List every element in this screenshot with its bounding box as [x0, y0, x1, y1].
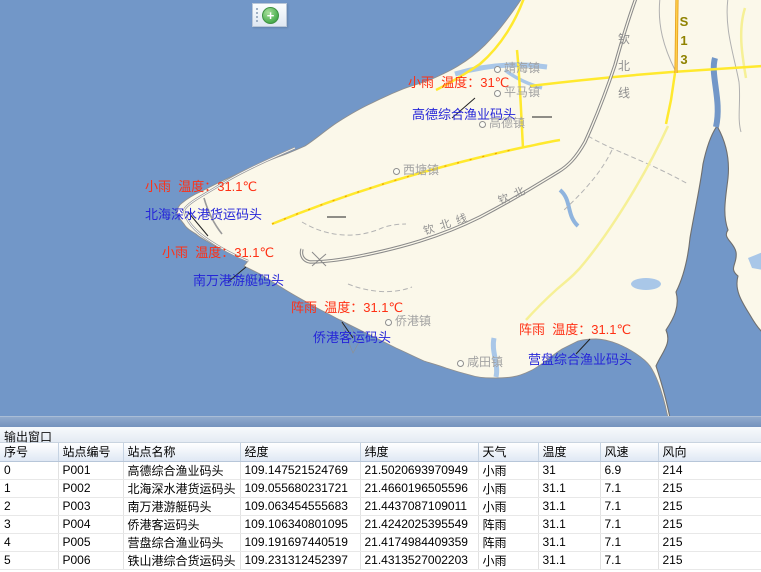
- s13-road-label: S 1 3: [678, 12, 690, 69]
- table-cell: 营盘综合渔业码头: [123, 533, 240, 551]
- app-window: 小雨 温度：31℃高德综合渔业码头小雨 温度：31.1℃北海深水港货运码头小雨 …: [0, 0, 761, 572]
- table-cell: 215: [658, 515, 761, 533]
- table-row[interactable]: 5P006铁山港综合货运码头109.23131245239721.4313527…: [0, 551, 761, 569]
- table-cell: 南万港游艇码头: [123, 497, 240, 515]
- table-cell: 小雨: [478, 497, 538, 515]
- table-cell: 109.063454555683: [240, 497, 360, 515]
- table-cell: P003: [58, 497, 123, 515]
- table-cell: 31.1: [538, 551, 600, 569]
- table-row[interactable]: 1P002北海深水港货运码头109.05568023172121.4660196…: [0, 479, 761, 497]
- table-cell: 31: [538, 461, 600, 479]
- table-cell: 215: [658, 533, 761, 551]
- column-header[interactable]: 站点名称: [123, 443, 240, 461]
- table-cell: 21.4660196505596: [360, 479, 478, 497]
- table-cell: 7.1: [600, 479, 658, 497]
- column-header[interactable]: 天气: [478, 443, 538, 461]
- output-panel: 输出窗口 序号站点编号站点名称经度纬度天气温度风速风向 0P001高德综合渔业码…: [0, 427, 761, 572]
- table-cell: 215: [658, 551, 761, 569]
- table-cell: 109.106340801095: [240, 515, 360, 533]
- column-header[interactable]: 经度: [240, 443, 360, 461]
- table-cell: 21.4174984409359: [360, 533, 478, 551]
- shallow-patch: [631, 278, 661, 290]
- map-canvas[interactable]: [0, 0, 761, 416]
- table-cell: 0: [0, 461, 58, 479]
- table-cell: 铁山港综合货运码头: [123, 551, 240, 569]
- table-cell: 215: [658, 479, 761, 497]
- column-header[interactable]: 风向: [658, 443, 761, 461]
- table-cell: 4: [0, 533, 58, 551]
- table-cell: 阵雨: [478, 515, 538, 533]
- map-toolbar: +: [252, 3, 287, 27]
- table-row[interactable]: 2P003南万港游艇码头109.06345455568321.443708710…: [0, 497, 761, 515]
- table-cell: 小雨: [478, 479, 538, 497]
- table-cell: 3: [0, 515, 58, 533]
- table-cell: 31.1: [538, 533, 600, 551]
- table-cell: 6.9: [600, 461, 658, 479]
- column-header[interactable]: 序号: [0, 443, 58, 461]
- map-viewport[interactable]: 小雨 温度：31℃高德综合渔业码头小雨 温度：31.1℃北海深水港货运码头小雨 …: [0, 0, 761, 416]
- table-cell: 1: [0, 479, 58, 497]
- table-cell: 31.1: [538, 497, 600, 515]
- table-cell: 31.1: [538, 515, 600, 533]
- table-cell: 109.231312452397: [240, 551, 360, 569]
- table-cell: P004: [58, 515, 123, 533]
- column-header[interactable]: 风速: [600, 443, 658, 461]
- station-table: 序号站点编号站点名称经度纬度天气温度风速风向 0P001高德综合渔业码头109.…: [0, 443, 761, 570]
- table-cell: P006: [58, 551, 123, 569]
- table-cell: 21.5020693970949: [360, 461, 478, 479]
- table-cell: 21.4437087109011: [360, 497, 478, 515]
- table-cell: 21.4313527002203: [360, 551, 478, 569]
- table-cell: P002: [58, 479, 123, 497]
- table-cell: 阵雨: [478, 533, 538, 551]
- table-cell: 小雨: [478, 461, 538, 479]
- add-station-button[interactable]: +: [262, 7, 279, 24]
- table-cell: 109.147521524769: [240, 461, 360, 479]
- panel-splitter[interactable]: [0, 416, 761, 427]
- table-row[interactable]: 0P001高德综合渔业码头109.14752152476921.50206939…: [0, 461, 761, 479]
- table-header-row: 序号站点编号站点名称经度纬度天气温度风速风向: [0, 443, 761, 461]
- table-cell: 小雨: [478, 551, 538, 569]
- table-cell: 2: [0, 497, 58, 515]
- table-cell: 7.1: [600, 533, 658, 551]
- s13-char: 3: [678, 50, 690, 69]
- table-cell: 109.055680231721: [240, 479, 360, 497]
- table-row[interactable]: 3P004侨港客运码头109.10634080109521.4242025395…: [0, 515, 761, 533]
- table-cell: 北海深水港货运码头: [123, 479, 240, 497]
- table-cell: 5: [0, 551, 58, 569]
- s13-char: S: [678, 12, 690, 31]
- s13-char: 1: [678, 31, 690, 50]
- table-body: 0P001高德综合渔业码头109.14752152476921.50206939…: [0, 461, 761, 569]
- table-cell: 高德综合渔业码头: [123, 461, 240, 479]
- table-cell: 7.1: [600, 497, 658, 515]
- output-panel-title: 输出窗口: [0, 427, 761, 443]
- column-header[interactable]: 站点编号: [58, 443, 123, 461]
- table-cell: 31.1: [538, 479, 600, 497]
- table-row[interactable]: 4P005营盘综合渔业码头109.19169744051921.41749844…: [0, 533, 761, 551]
- table-cell: 215: [658, 497, 761, 515]
- toolbar-grip-handle[interactable]: [253, 4, 260, 26]
- table-cell: 7.1: [600, 515, 658, 533]
- table-cell: 7.1: [600, 551, 658, 569]
- column-header[interactable]: 温度: [538, 443, 600, 461]
- table-cell: 109.191697440519: [240, 533, 360, 551]
- table-cell: 侨港客运码头: [123, 515, 240, 533]
- table-cell: P001: [58, 461, 123, 479]
- column-header[interactable]: 纬度: [360, 443, 478, 461]
- table-cell: 21.4242025395549: [360, 515, 478, 533]
- table-cell: 214: [658, 461, 761, 479]
- table-cell: P005: [58, 533, 123, 551]
